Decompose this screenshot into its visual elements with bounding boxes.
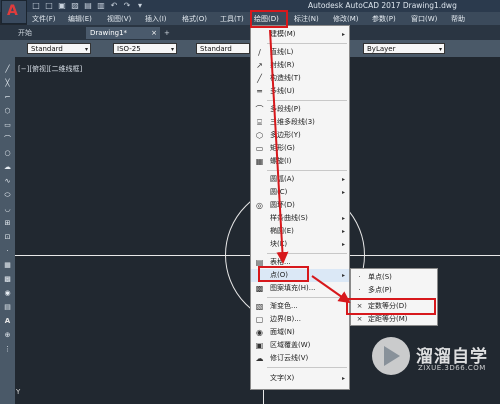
arrow-to-divide-item: [311, 275, 351, 304]
watermark-url: ZIXUE.3D66.COM: [418, 364, 486, 372]
watermark-logo-icon: [372, 337, 410, 375]
arrow-to-point-item: [269, 29, 289, 264]
